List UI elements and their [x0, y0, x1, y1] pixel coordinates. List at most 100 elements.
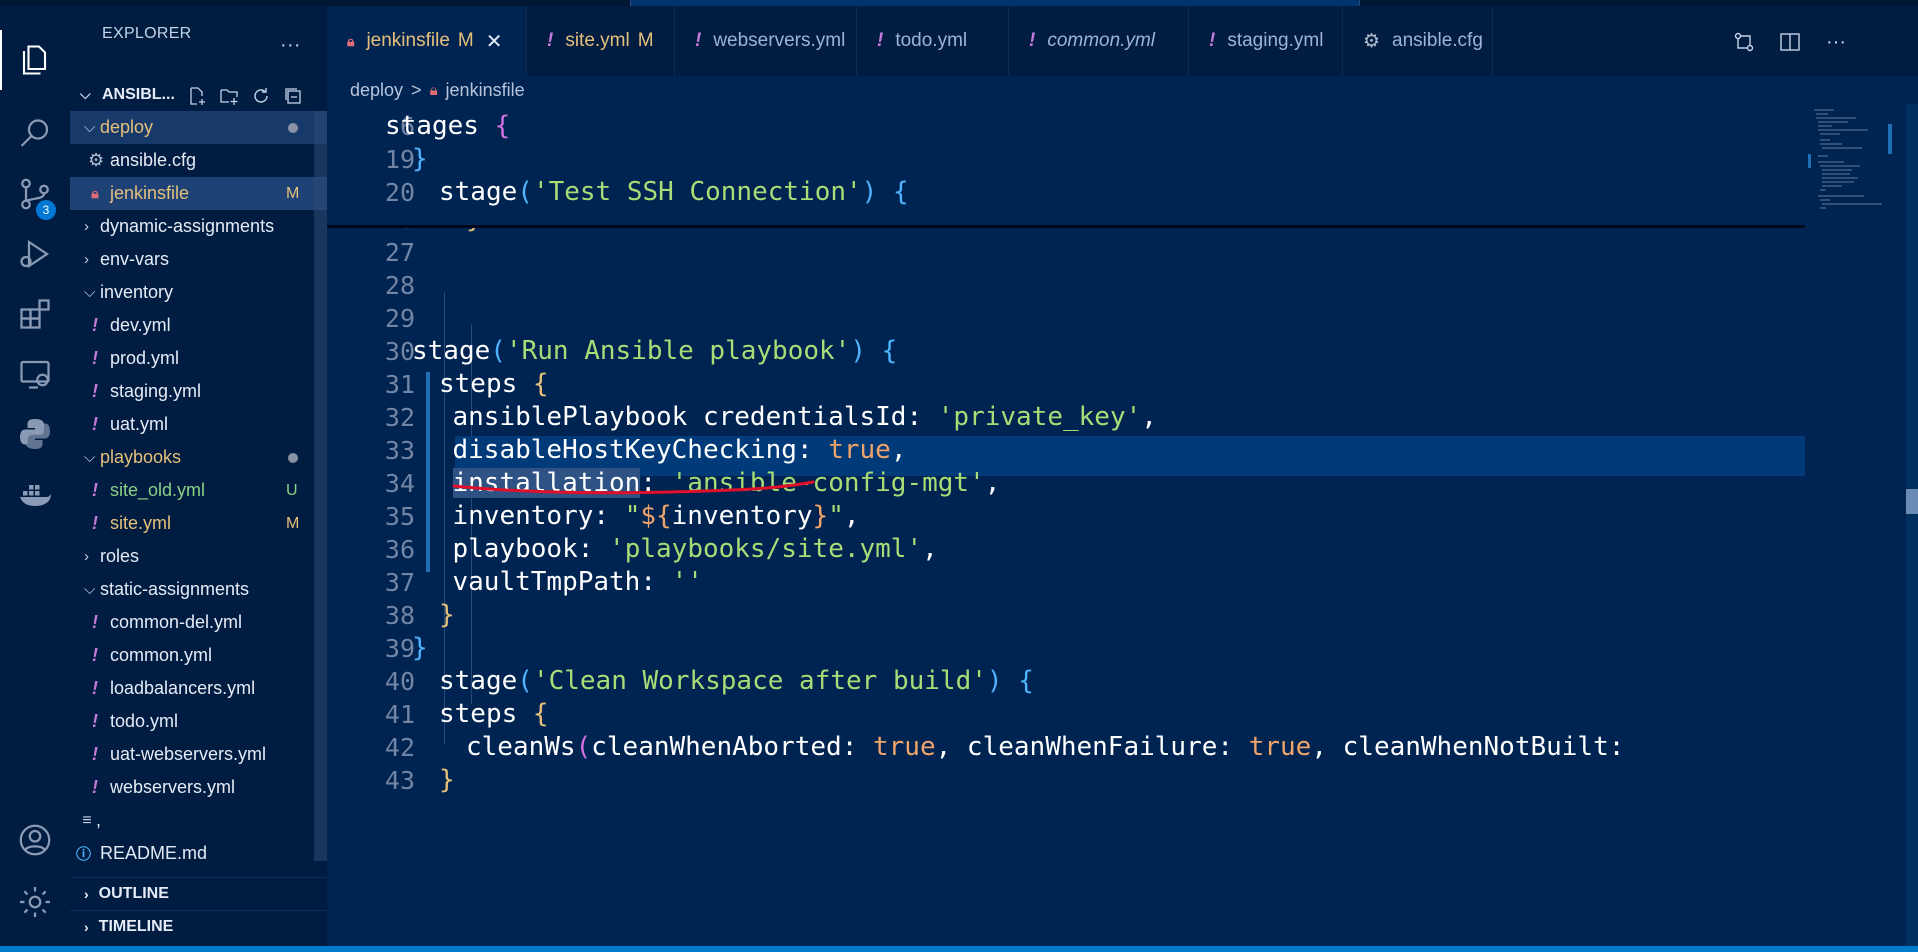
tree-folder[interactable]: › dynamic-assignments: [70, 210, 327, 243]
split-editor-icon[interactable]: [1778, 30, 1802, 54]
source-control-icon[interactable]: 3: [0, 164, 70, 224]
tree-item-label: common-del.yml: [110, 612, 243, 632]
status-bar: [0, 946, 1918, 952]
tree-folder[interactable]: ⌵ deploy: [70, 111, 327, 144]
tree-item-label: dev.yml: [110, 315, 171, 335]
tree-file[interactable]: ! site_old.yml U: [70, 474, 327, 507]
scrollbar-thumb[interactable]: [1906, 489, 1918, 514]
code-editor[interactable]: 26}27282930stage('Run Ansible playbook')…: [327, 104, 1918, 946]
python-icon[interactable]: [0, 404, 70, 464]
tab-ansible-cfg[interactable]: ⚙ ansible.cfg: [1343, 6, 1493, 76]
tree-item-label: common.yml: [110, 645, 213, 665]
chevron-right-icon: ›: [84, 218, 89, 235]
new-file-icon[interactable]: [185, 84, 209, 108]
tree-file[interactable]: ! webservers.yml: [70, 771, 327, 804]
yaml-file-icon: !: [92, 612, 98, 632]
activity-bar: 3: [0, 6, 70, 946]
tab-label: jenkinsfile: [366, 30, 450, 51]
tree-folder[interactable]: › roles: [70, 540, 327, 573]
tree-file[interactable]: ! uat.yml: [70, 408, 327, 441]
explorer-title: EXPLORER: [102, 25, 192, 42]
tab-jenkinsfile[interactable]: 🔒︎ jenkinsfile M ✕: [327, 6, 527, 76]
tree-file[interactable]: ! staging.yml: [70, 375, 327, 408]
code-line[interactable]: 20 stage('Test SSH Connection') {: [327, 172, 1807, 212]
outline-section[interactable]: › OUTLINE: [70, 877, 327, 910]
tree-file[interactable]: ⚙ ansible.cfg: [70, 144, 327, 177]
account-icon[interactable]: [0, 810, 70, 870]
breadcrumb-folder[interactable]: deploy: [350, 80, 403, 101]
breadcrumb-file[interactable]: jenkinsfile: [446, 80, 525, 101]
chevron-right-icon: ›: [84, 886, 89, 902]
tree-file[interactable]: ! uat-webservers.yml: [70, 738, 327, 771]
collapse-all-icon[interactable]: [281, 84, 305, 108]
tree-folder[interactable]: ⌵ inventory: [70, 276, 327, 309]
gear-icon[interactable]: [0, 872, 70, 932]
tree-file[interactable]: ! common-del.yml: [70, 606, 327, 639]
code-text: }: [412, 633, 428, 663]
timeline-label: TIMELINE: [98, 918, 174, 935]
minimap[interactable]: [1808, 104, 1906, 224]
tab-webservers-yml[interactable]: ! webservers.yml: [675, 6, 857, 76]
extensions-icon[interactable]: [0, 284, 70, 344]
line-number: 31: [384, 369, 415, 399]
modified-dot-icon: [288, 452, 298, 463]
more-actions-icon[interactable]: ···: [280, 34, 301, 57]
code-token: stage: [439, 666, 518, 696]
code-text: stage('Run Ansible playbook') {: [412, 336, 897, 366]
code-text: inventory: "${inventory}",: [453, 501, 860, 531]
tab-staging-yml[interactable]: ! staging.yml: [1189, 6, 1343, 76]
close-icon[interactable]: ✕: [486, 29, 503, 54]
tree-file[interactable]: 🔒︎ jenkinsfile M: [70, 177, 327, 210]
tree-folder[interactable]: ⌵ static-assignments: [70, 573, 327, 606]
tree-file[interactable]: ! prod.yml: [70, 342, 327, 375]
code-token: ): [861, 177, 878, 207]
tab-common-yml[interactable]: ! common.yml: [1009, 6, 1189, 76]
tree-item-label: README.md: [100, 843, 208, 863]
explorer-icon[interactable]: [0, 30, 70, 90]
code-token: true: [828, 435, 891, 465]
code-token: 'Clean Workspace after build': [532, 666, 987, 696]
code-text: stage('Clean Workspace after build') {: [439, 666, 1034, 696]
remote-explorer-icon[interactable]: [0, 344, 70, 404]
code-text: disableHostKeyChecking: true,: [453, 435, 907, 465]
code-token: cleanWhenAborted:: [591, 732, 873, 762]
open-changes-icon[interactable]: [1732, 30, 1756, 54]
sidebar-scrollbar[interactable]: [314, 111, 327, 861]
line-number: 36: [384, 534, 415, 564]
tree-file[interactable]: ! site.yml M: [70, 507, 327, 540]
tree-file[interactable]: ! loadbalancers.yml: [70, 672, 327, 705]
code-token: ansiblePlaybook credentialsId:: [452, 402, 938, 432]
code-token: ,: [1141, 402, 1157, 432]
yaml-file-icon: !: [695, 30, 702, 51]
tree-file[interactable]: ! todo.yml: [70, 705, 327, 738]
editor-scrollbar[interactable]: [1906, 104, 1918, 946]
timeline-section[interactable]: › TIMELINE: [70, 910, 327, 943]
tree-file[interactable]: ≡,: [70, 804, 327, 837]
refresh-icon[interactable]: [249, 84, 273, 108]
line-number: 43: [384, 765, 415, 795]
more-actions-icon[interactable]: ···: [1824, 30, 1848, 54]
code-token: steps: [439, 699, 533, 729]
tab-todo-yml[interactable]: ! todo.yml: [857, 6, 1009, 76]
code-token: ,: [922, 534, 938, 564]
code-text: ansiblePlaybook credentialsId: 'private_…: [453, 402, 1157, 432]
tree-folder[interactable]: › env-vars: [70, 243, 327, 276]
run-debug-icon[interactable]: [0, 224, 70, 284]
code-token: 'Run Ansible playbook': [505, 336, 851, 366]
code-token: 'private_key': [937, 402, 1142, 432]
tree-file[interactable]: ! common.yml: [70, 639, 327, 672]
tab-site-yml[interactable]: ! site.yml M: [527, 6, 675, 76]
tree-folder[interactable]: ⌵ playbooks: [70, 441, 327, 474]
tree-item-label: todo.yml: [110, 711, 179, 731]
search-icon[interactable]: [0, 104, 70, 164]
new-folder-icon[interactable]: [217, 84, 241, 108]
docker-icon[interactable]: [0, 464, 70, 524]
chevron-down-icon: ⌵: [84, 119, 96, 136]
yaml-file-icon: !: [92, 513, 98, 533]
tree-file[interactable]: ⓘ README.md: [70, 837, 327, 870]
code-token: ): [986, 666, 1003, 696]
tree-file[interactable]: ! dev.yml: [70, 309, 327, 342]
line-number: 32: [384, 402, 415, 432]
code-line[interactable]: 43}: [327, 760, 1807, 800]
tree-item-label: site.yml: [110, 513, 172, 533]
